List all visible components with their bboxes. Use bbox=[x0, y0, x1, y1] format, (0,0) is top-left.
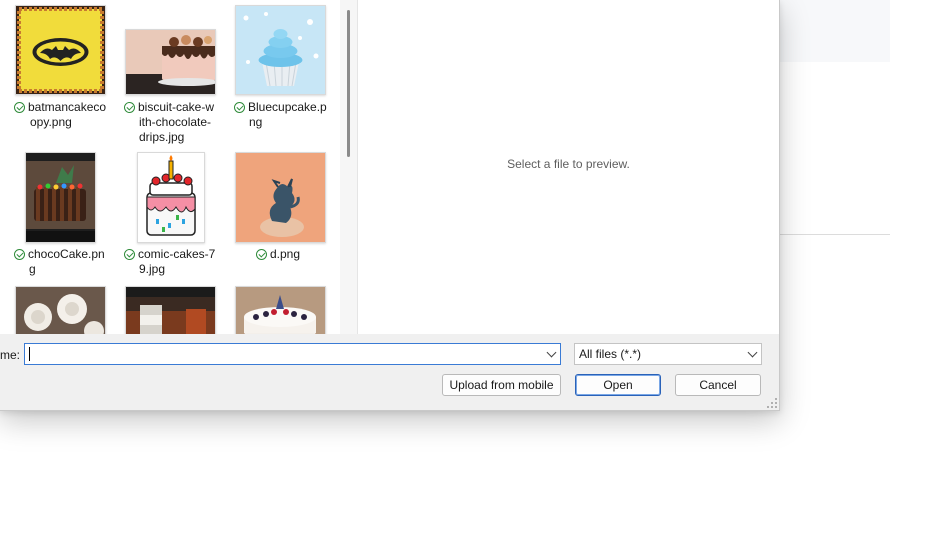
file-type-filter-select[interactable]: All files (*.*) bbox=[574, 343, 762, 365]
scrollbar-thumb[interactable] bbox=[347, 10, 350, 157]
file-item-bottle[interactable] bbox=[110, 284, 220, 334]
sync-check-icon bbox=[14, 249, 25, 260]
file-label-d: d.png bbox=[256, 247, 326, 262]
preview-placeholder-text: Select a file to preview. bbox=[507, 157, 630, 171]
file-item-blue-cupcake[interactable]: Bluecupcake.p ng bbox=[220, 0, 330, 145]
file-label-blue-cupcake: Bluecupcake.p ng bbox=[234, 100, 330, 130]
sync-check-icon bbox=[124, 102, 135, 113]
file-label-biscuit-cake: biscuit-cake-w ith-chocolate-drips.jpg bbox=[124, 100, 220, 145]
preview-pane: Select a file to preview. bbox=[358, 0, 779, 334]
text-cursor bbox=[29, 347, 30, 361]
dialog-bottom-bar: me: All files (*.*) Upload from mobile O… bbox=[0, 334, 779, 410]
sync-check-icon bbox=[124, 249, 135, 260]
bottle-photo-thumbnail bbox=[125, 286, 216, 334]
blue-cupcake-thumbnail bbox=[235, 5, 326, 95]
upload-from-mobile-button[interactable]: Upload from mobile bbox=[442, 374, 561, 396]
file-name-combobox[interactable] bbox=[24, 343, 561, 365]
chocolate-cake-thumbnail bbox=[25, 152, 96, 243]
comic-cake-thumbnail bbox=[137, 152, 205, 243]
file-name-input[interactable] bbox=[27, 345, 541, 365]
file-item-berry-cake[interactable] bbox=[220, 284, 330, 334]
file-label-batman: batmancakeco opy.png bbox=[14, 100, 110, 130]
open-button[interactable]: Open bbox=[575, 374, 661, 396]
chevron-down-icon[interactable] bbox=[546, 347, 557, 358]
resize-grip-icon[interactable] bbox=[767, 398, 777, 408]
sync-check-icon bbox=[256, 249, 267, 260]
file-item-white-roses[interactable] bbox=[0, 284, 110, 334]
cancel-button[interactable]: Cancel bbox=[675, 374, 761, 396]
file-type-filter-value: All files (*.*) bbox=[579, 347, 642, 361]
sync-check-icon bbox=[14, 102, 25, 113]
chevron-down-icon[interactable] bbox=[747, 347, 758, 358]
file-list-scrollbar[interactable] bbox=[340, 0, 358, 334]
file-label-comic-cakes: comic-cakes-7 9.jpg bbox=[124, 247, 220, 277]
batman-cake-thumbnail bbox=[15, 5, 106, 95]
dragon-figure-thumbnail bbox=[235, 152, 326, 243]
file-label-choco-cake: chocoCake.pn g bbox=[14, 247, 110, 277]
white-roses-cake-thumbnail bbox=[15, 286, 106, 334]
open-file-dialog: batmancakeco opy.png biscuit-cake-w ith-… bbox=[0, 0, 780, 411]
background-app-divider bbox=[779, 234, 890, 235]
file-list-pane: batmancakeco opy.png biscuit-cake-w ith-… bbox=[0, 0, 340, 334]
file-item-choco-cake[interactable]: chocoCake.pn g bbox=[0, 145, 110, 285]
sync-check-icon bbox=[234, 102, 245, 113]
file-name-label: me: bbox=[0, 348, 21, 362]
file-item-comic-cakes[interactable]: comic-cakes-7 9.jpg bbox=[110, 145, 220, 285]
background-app-panel bbox=[779, 0, 890, 62]
file-item-biscuit-cake[interactable]: biscuit-cake-w ith-chocolate-drips.jpg bbox=[110, 0, 220, 145]
file-item-d[interactable]: d.png bbox=[220, 145, 330, 285]
berry-cake-thumbnail bbox=[235, 286, 326, 334]
chocolate-drip-cake-thumbnail bbox=[125, 29, 216, 95]
file-item-batman[interactable]: batmancakeco opy.png bbox=[0, 0, 110, 145]
